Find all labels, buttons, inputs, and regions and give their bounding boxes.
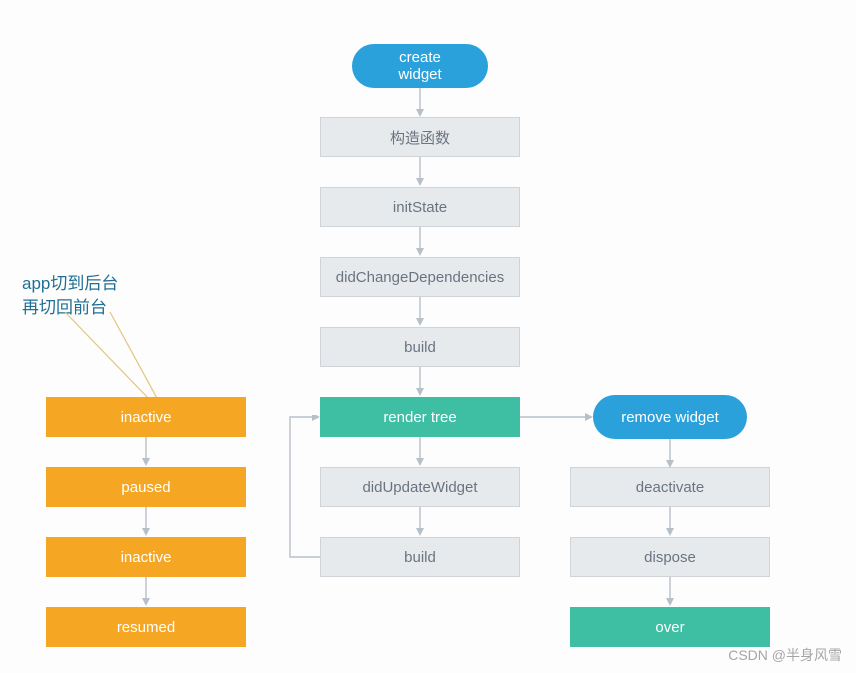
arrow-didchangedeps-build — [414, 297, 426, 327]
arrow-paused-inactive2 — [140, 507, 152, 537]
node-initstate: initState — [320, 187, 520, 227]
arrow-create-constructor — [414, 88, 426, 118]
node-dispose: dispose — [570, 537, 770, 577]
arrow-constructor-initstate — [414, 157, 426, 187]
node-constructor: 构造函数 — [320, 117, 520, 157]
node-build-2: build — [320, 537, 520, 577]
arrow-didupdate-build2 — [414, 507, 426, 537]
arrow-deactivate-dispose — [664, 507, 676, 537]
arrow-build2-rendertree-loop — [280, 415, 330, 565]
arrow-inactive1-paused — [140, 437, 152, 467]
node-remove-widget: remove widget — [593, 395, 747, 439]
arrow-rendertree-didupdate — [414, 437, 426, 467]
arrow-remove-deactivate — [664, 439, 676, 469]
node-didchangedependencies: didChangeDependencies — [320, 257, 520, 297]
node-build-1: build — [320, 327, 520, 367]
node-paused: paused — [46, 467, 246, 507]
arrow-inactive2-resumed — [140, 577, 152, 607]
node-didupdatewidget: didUpdateWidget — [320, 467, 520, 507]
arrow-build-rendertree — [414, 367, 426, 397]
node-over: over — [570, 607, 770, 647]
arrow-rendertree-remove — [520, 411, 600, 423]
arrow-initstate-didchangedeps — [414, 227, 426, 257]
watermark: CSDN @半身风雪 — [728, 645, 842, 665]
arrow-dispose-over — [664, 577, 676, 607]
node-create-widget: create widget — [352, 44, 488, 88]
node-resumed: resumed — [46, 607, 246, 647]
node-inactive-1: inactive — [46, 397, 246, 437]
node-deactivate: deactivate — [570, 467, 770, 507]
node-render-tree: render tree — [320, 397, 520, 437]
callout-line — [60, 310, 180, 405]
node-inactive-2: inactive — [46, 537, 246, 577]
